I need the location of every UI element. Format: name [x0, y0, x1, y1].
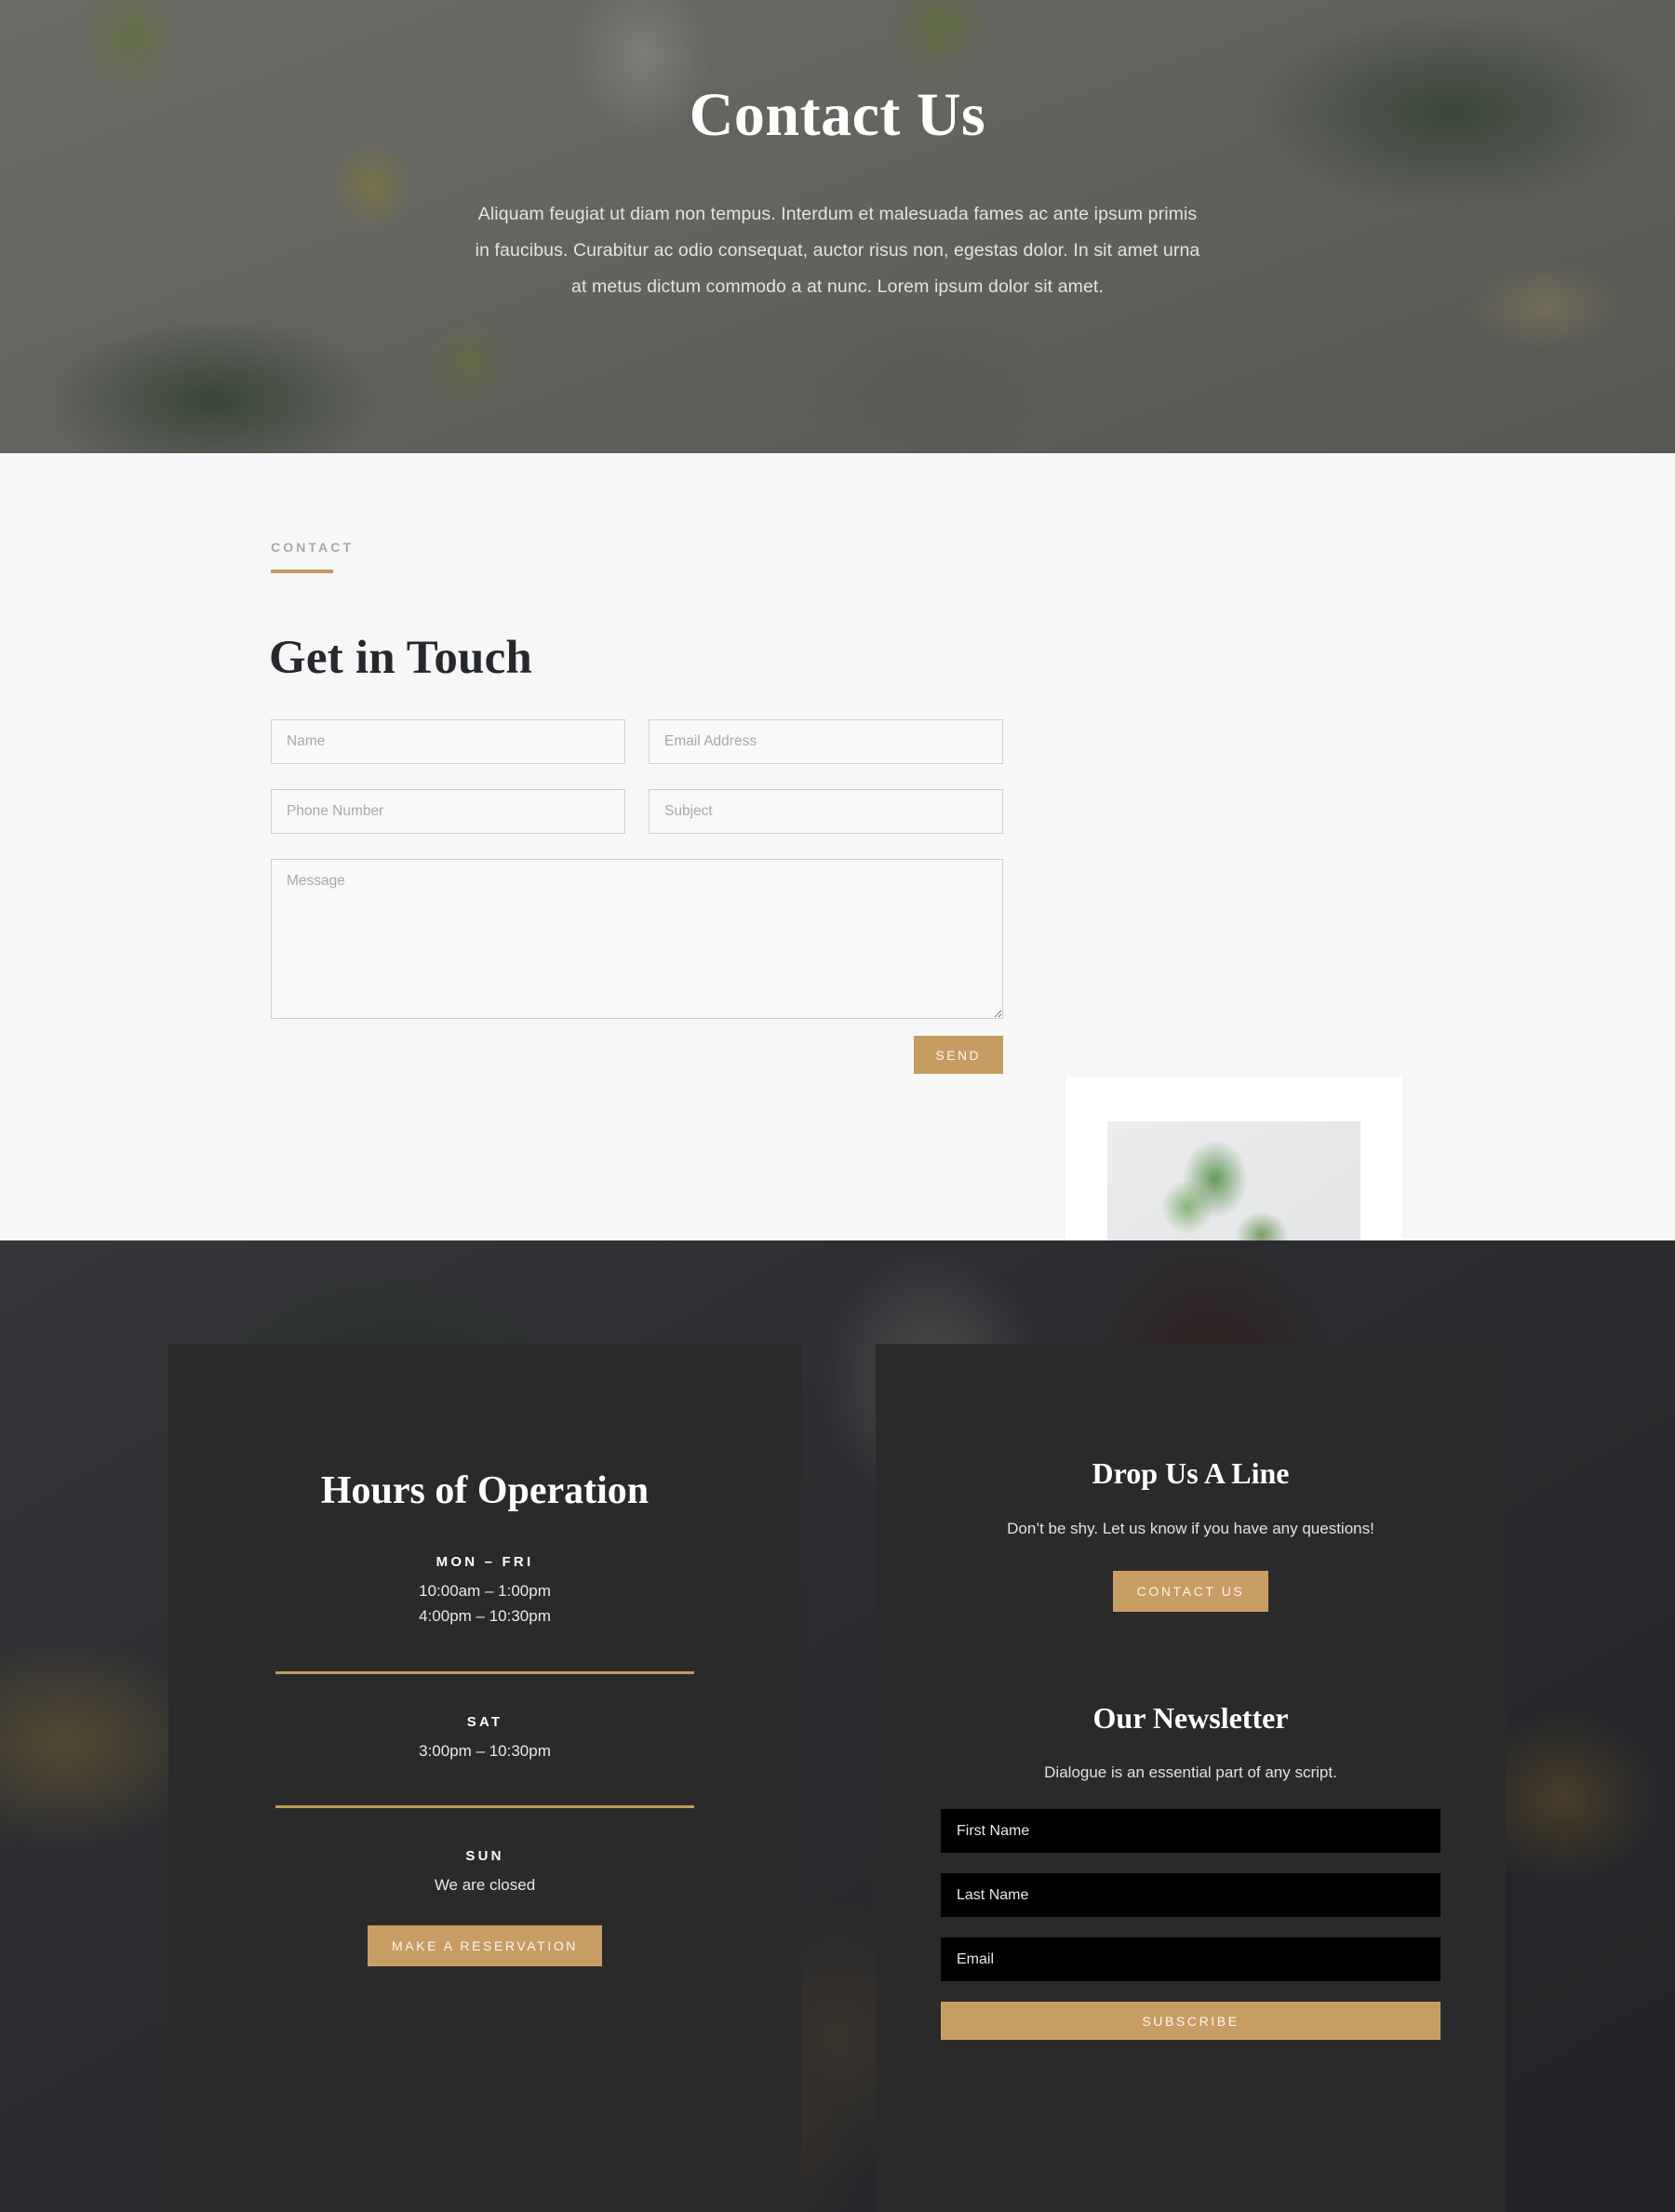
send-button[interactable]: SEND	[913, 1036, 1003, 1074]
subject-input[interactable]	[649, 789, 1003, 834]
hero-content: Contact Us Aliquam feugiat ut diam non t…	[0, 0, 1675, 305]
newsletter-first-name-input[interactable]	[941, 1809, 1440, 1853]
hours-entry-sat: SAT 3:00pm – 10:30pm	[168, 1714, 801, 1761]
hours-title: Hours of Operation	[320, 1469, 650, 1512]
newsletter-form: SUBSCRIBE	[941, 1809, 1440, 2040]
contact-section: CONTACT Get in Touch SEND	[0, 453, 1675, 1704]
newsletter-email-input[interactable]	[941, 1937, 1440, 1981]
contact-page: Contact Us Aliquam feugiat ut diam non t…	[0, 0, 1675, 2212]
hero-paragraph: Aliquam feugiat ut diam non tempus. Inte…	[475, 203, 1200, 297]
day-time-monfri-1: 10:00am – 1:00pm	[419, 1582, 551, 1600]
newsletter-title: Our Newsletter	[1092, 1701, 1289, 1735]
day-label-sat: SAT	[466, 1714, 503, 1730]
day-time-sun-1: We are closed	[434, 1876, 536, 1894]
day-label-sun: SUN	[465, 1848, 504, 1864]
get-in-touch-heading: Get in Touch	[269, 632, 532, 684]
newsletter-subtitle: Dialogue is an essential part of any scr…	[1044, 1763, 1337, 1781]
divider-gold-2	[275, 1805, 694, 1808]
day-time-monfri-2: 4:00pm – 10:30pm	[419, 1607, 551, 1625]
drop-us-a-line-panel: Drop Us A Line Don’t be shy. Let us know…	[876, 1344, 1506, 2212]
contact-us-button[interactable]: CONTACT US	[1112, 1571, 1269, 1612]
divider-gold-1	[275, 1671, 694, 1674]
form-row-1	[271, 719, 1003, 764]
drop-us-a-line-subtitle: Don’t be shy. Let us know if you have an…	[1007, 1520, 1374, 1537]
subscribe-button[interactable]: SUBSCRIBE	[941, 2002, 1440, 2040]
day-time-sat-1: 3:00pm – 10:30pm	[419, 1742, 551, 1760]
hours-entry-sun: SUN We are closed	[168, 1848, 801, 1895]
hero-section: Contact Us Aliquam feugiat ut diam non t…	[0, 0, 1675, 453]
page-title: Contact Us	[689, 81, 986, 149]
email-input[interactable]	[649, 719, 1003, 764]
newsletter-last-name-input[interactable]	[941, 1873, 1440, 1917]
day-label-monfri: MON – FRI	[436, 1554, 534, 1570]
reservation-button-row: MAKE A RESERVATION	[168, 1925, 801, 1966]
contact-eyebrow-label: CONTACT	[271, 540, 355, 555]
bottom-section: Hours of Operation MON – FRI 10:00am – 1…	[0, 1240, 1675, 2212]
form-row-2	[271, 789, 1003, 834]
send-button-row: SEND	[271, 1036, 1003, 1074]
eyebrow-gold-rule	[271, 570, 333, 573]
hours-entry-monfri: MON – FRI 10:00am – 1:00pm 4:00pm – 10:3…	[168, 1554, 801, 1626]
contact-form: SEND	[271, 719, 1003, 1074]
hours-of-operation-panel: Hours of Operation MON – FRI 10:00am – 1…	[168, 1344, 801, 2212]
contact-us-button-row: CONTACT US	[876, 1571, 1506, 1612]
name-input[interactable]	[271, 719, 625, 764]
message-textarea[interactable]	[271, 859, 1003, 1019]
phone-input[interactable]	[271, 789, 625, 834]
make-a-reservation-button[interactable]: MAKE A RESERVATION	[367, 1925, 603, 1966]
drop-us-a-line-title: Drop Us A Line	[1092, 1456, 1290, 1490]
